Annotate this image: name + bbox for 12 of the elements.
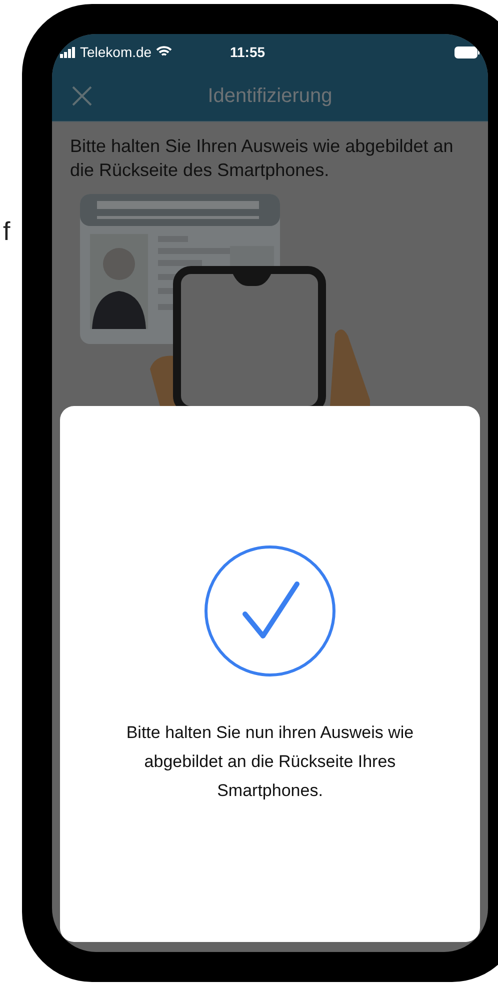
checkmark-circle-icon	[203, 544, 337, 678]
confirmation-message: Bitte halten Sie nun ihren Ausweis wie abgebildet an die Rückseite Ihres Smartphones.	[125, 722, 415, 802]
carrier-name: Telekom.de	[80, 42, 152, 62]
battery-icon	[454, 46, 480, 58]
wifi-icon	[156, 46, 172, 58]
close-button[interactable]	[70, 84, 94, 108]
screen-title: Identifizierung	[206, 84, 334, 108]
close-icon	[71, 84, 93, 106]
signal-icon	[60, 46, 76, 58]
instruction-text: Bitte halten Sie Ihren Ausweis wie abgebildet an die Rückseite des Smartphones.	[69, 135, 454, 182]
text-fragment: f	[3, 218, 10, 244]
status-time: 11:55	[230, 42, 266, 62]
